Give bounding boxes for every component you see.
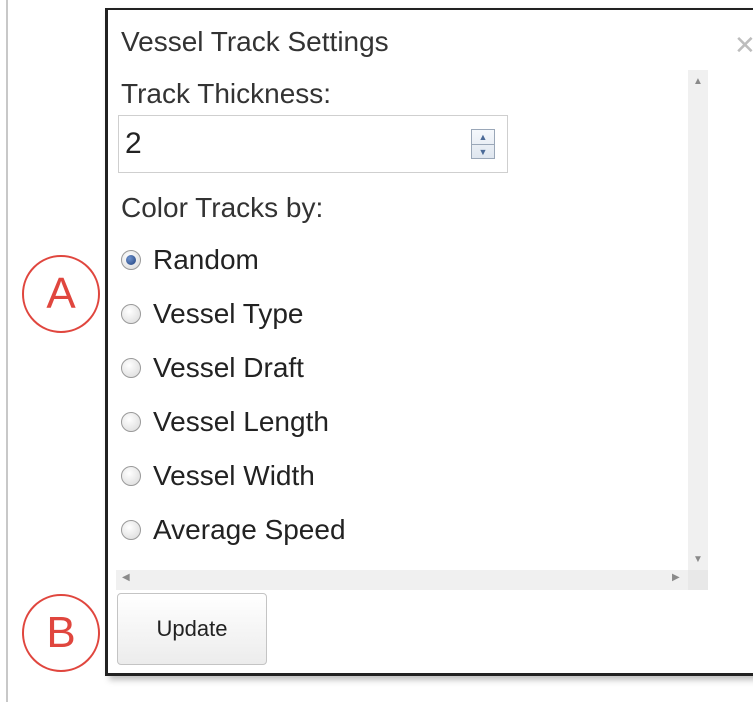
- radio-option-vessel-draft[interactable]: Vessel Draft: [121, 348, 621, 388]
- settings-content: Track Thickness: ▲ ▼ Color Tracks by: Ra…: [116, 70, 688, 570]
- radio-button-vessel-type[interactable]: [121, 304, 141, 324]
- vertical-scrollbar[interactable]: ▲ ▼: [688, 70, 708, 570]
- radio-button-average-speed[interactable]: [121, 520, 141, 540]
- radio-option-vessel-length[interactable]: Vessel Length: [121, 402, 621, 442]
- radio-label: Random: [153, 244, 259, 275]
- settings-scroll-area: Track Thickness: ▲ ▼ Color Tracks by: Ra…: [116, 70, 708, 590]
- scroll-left-icon[interactable]: ◀: [122, 572, 130, 583]
- radio-label: Vessel Type: [153, 298, 304, 329]
- radio-button-vessel-draft[interactable]: [121, 358, 141, 378]
- close-icon[interactable]: ✕: [734, 32, 753, 58]
- update-button[interactable]: Update: [117, 593, 267, 665]
- track-thickness-input[interactable]: [125, 124, 445, 164]
- stepper-up-icon[interactable]: ▲: [472, 130, 494, 145]
- radio-button-vessel-length[interactable]: [121, 412, 141, 432]
- radio-button-vessel-width[interactable]: [121, 466, 141, 486]
- scroll-right-icon[interactable]: ▶: [672, 572, 680, 583]
- left-divider: [6, 0, 8, 702]
- track-thickness-label: Track Thickness:: [121, 78, 332, 109]
- color-tracks-label: Color Tracks by:: [121, 192, 324, 223]
- dialog-title: Vessel Track Settings: [121, 26, 389, 57]
- radio-label: Average Speed: [153, 514, 346, 545]
- stepper-down-icon[interactable]: ▼: [472, 145, 494, 159]
- scrollbar-corner: [688, 570, 708, 590]
- radio-option-random[interactable]: Random: [121, 240, 621, 280]
- radio-option-vessel-width[interactable]: Vessel Width: [121, 456, 621, 496]
- scroll-up-icon[interactable]: ▲: [688, 76, 708, 87]
- radio-option-average-speed[interactable]: Average Speed: [121, 510, 621, 550]
- radio-label: Vessel Length: [153, 406, 329, 437]
- radio-label: Vessel Width: [153, 460, 315, 491]
- callout-b: B: [22, 594, 100, 672]
- track-thickness-stepper[interactable]: ▲ ▼: [471, 129, 495, 159]
- callout-a: A: [22, 255, 100, 333]
- scroll-down-icon[interactable]: ▼: [688, 554, 708, 565]
- radio-button-random[interactable]: [121, 250, 141, 270]
- radio-label: Vessel Draft: [153, 352, 304, 383]
- radio-option-vessel-type[interactable]: Vessel Type: [121, 294, 621, 334]
- track-thickness-field: ▲ ▼: [118, 115, 508, 173]
- vessel-track-settings-dialog: Vessel Track Settings ✕ Track Thickness:…: [105, 8, 753, 676]
- horizontal-scrollbar[interactable]: ◀ ▶: [116, 570, 688, 590]
